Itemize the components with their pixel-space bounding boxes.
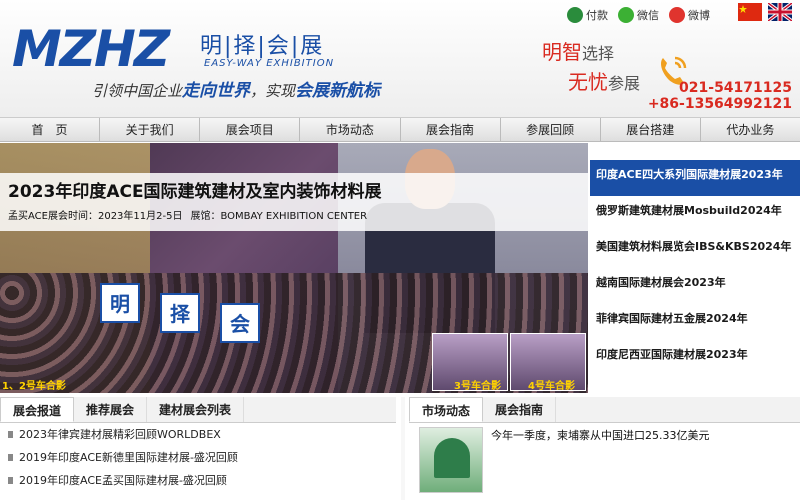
tab-exhibition-guide[interactable]: 展会指南 (483, 397, 557, 422)
banner-meta: 孟买ACE展会时间：2023年11月2-5日 展馆：BOMBAY EXHIBIT… (8, 207, 367, 222)
bullet-icon (8, 431, 13, 438)
wechat-icon (618, 7, 634, 23)
banner-sign-1: 明 (100, 283, 140, 323)
panel-divider (401, 397, 405, 500)
banner-venue: 展馆：BOMBAY EXHIBITION CENTER (190, 211, 368, 222)
banner-sign-2: 择 (160, 293, 200, 333)
market-headline[interactable]: 今年一季度，柬埔寨从中国进口25.33亿美元 (491, 427, 710, 443)
logo-english: EASY-WAY EXHIBITION (204, 58, 335, 69)
banner-title[interactable]: 2023年印度ACE国际建筑建材及室内装饰材料展 (8, 177, 382, 202)
banner-caption: 2023年印度ACE国际建筑建材及室内装饰材料展 孟买ACE展会时间：2023年… (0, 173, 588, 231)
side-item-ibs-kbs[interactable]: 美国建筑材料展览会IBS&KBS2024年 (590, 232, 800, 268)
site-header: MZHZ 明|择|会|展 EASY-WAY EXHIBITION 引领中国企业走… (0, 0, 800, 118)
market-news-thumbnail[interactable] (419, 427, 483, 493)
nav-home[interactable]: 首 页 (0, 118, 101, 141)
news-panel: 展会报道 推荐展会 建材展会列表 2023年律宾建材展精彩回顾WORLDBEX … (0, 397, 396, 500)
nav-agency[interactable]: 代办业务 (701, 118, 800, 141)
tab-exhibition-reports[interactable]: 展会报道 (0, 397, 75, 422)
nav-guide[interactable]: 展会指南 (401, 118, 501, 141)
market-tabs: 市场动态 展会指南 (409, 397, 800, 423)
weibo-icon (669, 7, 685, 23)
side-item-vietnam[interactable]: 越南国际建材展会2023年 (590, 268, 800, 304)
side-item-mosbuild[interactable]: 俄罗斯建筑建材展Mosbuild2024年 (590, 196, 800, 232)
slogan: 引领中国企业走向世界，实现会展新航标 (92, 81, 381, 101)
tagline-exhibit: 无忧参展 (568, 70, 641, 94)
tab-market-news[interactable]: 市场动态 (409, 397, 484, 422)
tab-building-list[interactable]: 建材展会列表 (147, 397, 245, 422)
nav-review[interactable]: 参展回顾 (501, 118, 601, 141)
hero-banner[interactable]: 明 择 会 2023年印度ACE国际建筑建材及室内装饰材料展 孟买ACE展会时间… (0, 143, 588, 393)
banner-time: 孟买ACE展会时间：2023年11月2-5日 (8, 211, 183, 222)
china-flag-icon[interactable] (738, 3, 762, 21)
list-item[interactable]: 2019年印度ACE新德里国际建材展-盛况回顾 (0, 446, 396, 469)
side-item-philippines[interactable]: 菲律宾国际建材五金展2024年 (590, 304, 800, 340)
tab-recommended[interactable]: 推荐展会 (74, 397, 148, 422)
social-wechat[interactable]: 微信 (618, 7, 659, 23)
bullet-icon (8, 477, 13, 484)
phone-number-1: 021-54171125 (679, 80, 792, 96)
tagline-choose: 明智选择 (542, 40, 615, 64)
uk-flag-icon[interactable] (768, 3, 792, 21)
social-payment[interactable]: 付款 (567, 7, 608, 23)
list-item[interactable]: 2019年印度ACE孟买国际建材展-盛况回顾 (0, 469, 396, 492)
booth-image (434, 438, 470, 478)
banner-thumb-label-4: 4号车合影 (528, 381, 575, 392)
phone-number-2: +86-13564992121 (647, 96, 792, 112)
banner-thumb-label-1: 1、2号车合影 (2, 381, 66, 392)
nav-about[interactable]: 关于我们 (100, 118, 201, 141)
payment-icon (567, 7, 583, 23)
bullet-icon (8, 454, 13, 461)
banner-thumb-label-3: 3号车合影 (454, 381, 501, 392)
social-links: 付款 微信 微博 (567, 7, 710, 23)
featured-exhibitions-list: 印度ACE四大系列国际建材展2023年 俄罗斯建筑建材展Mosbuild2024… (590, 160, 800, 376)
side-item-indonesia[interactable]: 印度尼西亚国际建材展2023年 (590, 340, 800, 376)
main-nav: 首 页 关于我们 展会项目 市场动态 展会指南 参展回顾 展台搭建 代办业务 (0, 118, 800, 142)
nav-market[interactable]: 市场动态 (300, 118, 401, 141)
logo[interactable]: MZHZ (12, 20, 170, 78)
social-weibo[interactable]: 微博 (669, 7, 710, 23)
nav-projects[interactable]: 展会项目 (200, 118, 301, 141)
market-panel: 市场动态 展会指南 今年一季度，柬埔寨从中国进口25.33亿美元 (409, 397, 800, 500)
side-item-india-ace[interactable]: 印度ACE四大系列国际建材展2023年 (590, 160, 800, 196)
logo-chinese: 明|择|会|展 (200, 34, 325, 59)
nav-booth[interactable]: 展台搭建 (601, 118, 701, 141)
list-item[interactable]: 2023年律宾建材展精彩回顾WORLDBEX (0, 423, 396, 446)
news-tabs: 展会报道 推荐展会 建材展会列表 (0, 397, 396, 423)
banner-sign-3: 会 (220, 303, 260, 343)
